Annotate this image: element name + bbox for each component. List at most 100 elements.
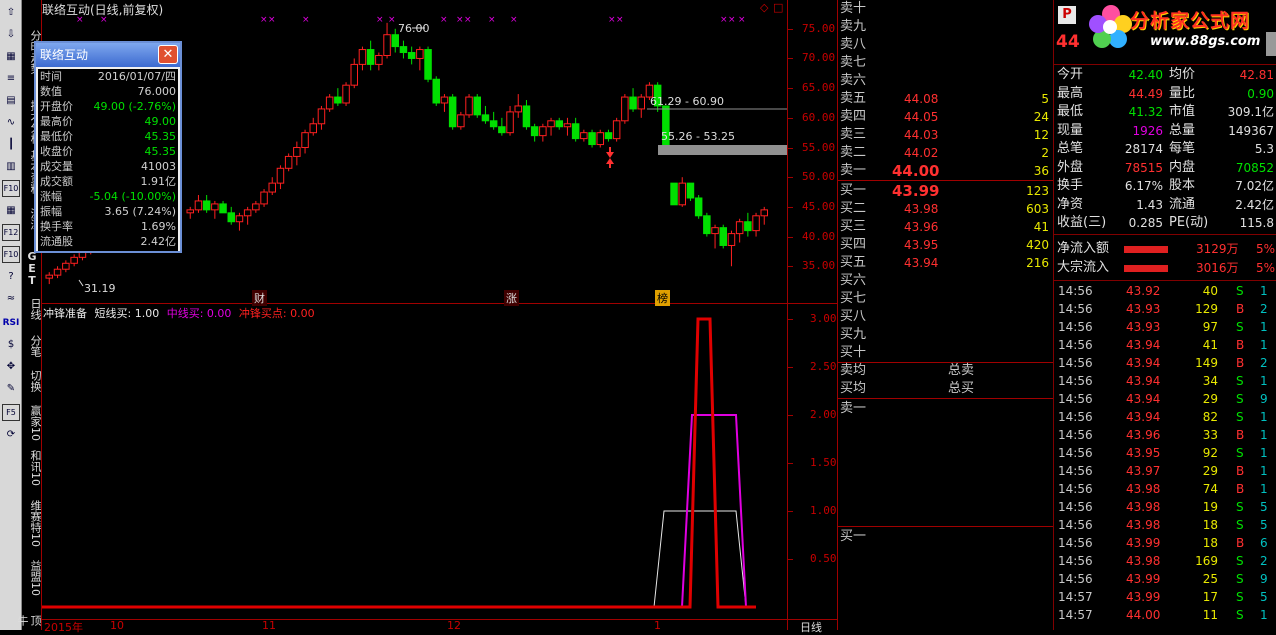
tick-row[interactable]: 14:56 43.99 25 S 9 (1056, 570, 1276, 588)
tick-row[interactable]: 14:56 43.98 74 B 1 (1056, 480, 1276, 498)
candle-body[interactable] (571, 123, 580, 140)
candle-body[interactable] (489, 120, 498, 128)
candle-body[interactable] (358, 49, 367, 65)
candle-body[interactable] (440, 96, 449, 104)
tick-row[interactable]: 14:56 43.96 33 B 1 (1056, 426, 1276, 444)
candle-body[interactable] (637, 96, 645, 110)
period-btn-3[interactable]: 赢家10 (22, 405, 42, 441)
down-arrow-icon[interactable]: ⇩ (2, 26, 20, 43)
candle-body[interactable] (621, 96, 629, 122)
sell-row[interactable]: 卖七 (840, 54, 1052, 72)
tick-row[interactable]: 14:57 43.99 17 S 5 (1056, 588, 1276, 606)
candle-body[interactable] (211, 203, 219, 211)
candle-body[interactable] (399, 46, 408, 54)
candle-body[interactable] (260, 191, 268, 205)
close-icon[interactable]: ✕ (158, 45, 178, 64)
tick-row[interactable]: 14:56 43.99 18 B 6 (1056, 534, 1276, 552)
candle-body[interactable] (678, 182, 686, 206)
candle-body[interactable] (735, 221, 744, 235)
tick-row[interactable]: 14:57 44.00 11 S 1 (1056, 606, 1276, 624)
refresh-icon[interactable]: ⟳ (2, 426, 20, 443)
f12-icon[interactable]: F12 (2, 224, 20, 241)
candle-body[interactable] (293, 147, 301, 157)
candle-body[interactable] (580, 132, 588, 140)
tick-row[interactable]: 14:56 43.98 18 S 5 (1056, 516, 1276, 534)
candle-body[interactable] (711, 227, 719, 235)
candle-body[interactable] (186, 209, 194, 214)
sell-row[interactable]: 卖五 44.08 5 (840, 90, 1052, 108)
candle-body[interactable] (457, 114, 465, 128)
candle-body[interactable] (629, 96, 637, 110)
indicator-chart[interactable] (42, 304, 787, 619)
period-btn-0[interactable]: 日线 (22, 298, 42, 320)
candle-body[interactable] (752, 215, 760, 232)
up-arrow-icon[interactable]: ⇧ (2, 4, 20, 21)
tick-row[interactable]: 14:56 43.95 92 S 1 (1056, 444, 1276, 462)
calc-icon[interactable]: ▦ (2, 48, 20, 65)
candle-body[interactable] (309, 123, 317, 134)
candle-body[interactable] (522, 105, 531, 128)
candle-body[interactable] (350, 63, 358, 86)
candle-body[interactable] (563, 123, 572, 128)
sell-row[interactable]: 卖八 (840, 36, 1052, 54)
tick-row[interactable]: 14:56 43.94 149 B 2 (1056, 354, 1276, 372)
candle-body[interactable] (686, 182, 695, 199)
candle-body[interactable] (62, 262, 70, 270)
help-icon[interactable]: ? (2, 268, 20, 285)
candle-body[interactable] (375, 54, 383, 65)
list-icon[interactable]: ≡ (2, 70, 20, 87)
table-icon[interactable]: ▦ (2, 202, 20, 219)
candle-body[interactable] (202, 200, 211, 211)
tick-row[interactable]: 14:56 43.97 29 B 1 (1056, 462, 1276, 480)
candle-body[interactable] (268, 182, 276, 193)
tick-row[interactable]: 14:56 43.92 40 S 1 (1056, 282, 1276, 300)
candle-body[interactable] (514, 105, 522, 113)
candle-body[interactable] (334, 96, 342, 104)
period-btn-4[interactable]: 和讯10 (22, 450, 42, 486)
candle-body[interactable] (694, 197, 703, 217)
candle-body[interactable] (383, 34, 391, 56)
candle-body[interactable] (473, 96, 481, 116)
grid-icon[interactable]: ▤ (2, 92, 20, 109)
period-btn-6[interactable]: 益盟10 (22, 560, 42, 596)
candle-body[interactable] (530, 126, 539, 137)
candle-body[interactable] (506, 111, 514, 134)
tick-row[interactable]: 14:56 43.93 129 B 2 (1056, 300, 1276, 318)
quote-popup[interactable]: 联络互动 ✕ 时间 2016/01/07/四 数值 76.000 开盘价 49.00 (-… (34, 41, 182, 253)
candle-body[interactable] (252, 203, 260, 211)
tick-row[interactable]: 14:56 43.94 82 S 1 (1056, 408, 1276, 426)
tick-row[interactable]: 14:56 43.93 97 S 1 (1056, 318, 1276, 336)
buy-row[interactable]: 买十 (840, 344, 1052, 362)
charge-buy-line[interactable] (42, 317, 756, 609)
f5-icon[interactable]: F5 (2, 404, 20, 421)
candle-body[interactable] (276, 167, 285, 184)
candle-body[interactable] (612, 120, 621, 140)
candle-body[interactable] (53, 268, 62, 276)
period-btn-2[interactable]: 切换 (22, 370, 42, 392)
rsi-icon[interactable]: RSI (2, 314, 20, 331)
period-btn-1[interactable]: 分笔 (22, 335, 42, 357)
pencil-icon[interactable]: ✎ (2, 380, 20, 397)
candle-body[interactable] (481, 114, 490, 122)
candle-body[interactable] (416, 49, 424, 59)
candle-body[interactable] (194, 200, 203, 211)
line-chart-icon[interactable]: ∿ (2, 114, 20, 131)
candle-body[interactable] (547, 120, 555, 128)
candle-body[interactable] (555, 120, 563, 128)
candle-body[interactable] (604, 132, 613, 140)
bar-chart-icon[interactable]: ▥ (2, 158, 20, 175)
candle-body[interactable] (317, 108, 326, 125)
short-buy-line[interactable] (42, 510, 756, 608)
event-label-0[interactable]: 财 (252, 290, 267, 306)
mid-buy-line[interactable] (42, 414, 756, 608)
candle-body[interactable] (235, 215, 244, 223)
candle-body[interactable] (70, 256, 78, 264)
tick-row[interactable]: 14:56 43.94 29 S 9 (1056, 390, 1276, 408)
sell-row[interactable]: 卖十 (840, 0, 1052, 18)
tick-row[interactable]: 14:56 43.98 169 S 2 (1056, 552, 1276, 570)
candle-body[interactable] (727, 233, 736, 246)
candle-body[interactable] (498, 126, 506, 134)
move-icon[interactable]: ✥ (2, 358, 20, 375)
candle-body[interactable] (432, 78, 440, 104)
candle-icon[interactable]: ┃ (2, 136, 20, 153)
